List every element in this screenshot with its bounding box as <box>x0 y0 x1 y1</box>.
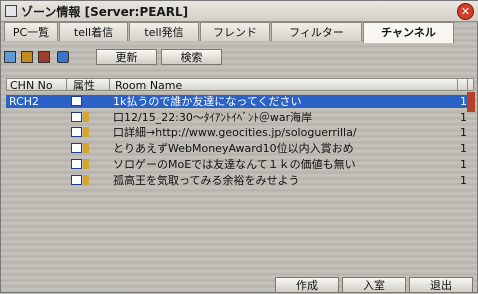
table-row[interactable]: 口詳細→http://www.geocities.jp/sologuerrill… <box>6 126 474 139</box>
row-room-name: 口詳細→http://www.geocities.jp/sologuerrill… <box>113 126 357 139</box>
row-attr <box>71 142 101 155</box>
table-row[interactable]: 孤高王を気取ってみる余裕をみせよう 1 <box>6 174 474 187</box>
row-count: 1 <box>460 142 467 155</box>
row-room-name: とりあえずWebMoneyAward10位以内入賞おめ <box>113 142 354 155</box>
group-icon <box>71 159 82 169</box>
row-chn-no: RCH2 <box>9 95 40 108</box>
exit-button[interactable]: 退出 <box>409 277 473 293</box>
row-count: 1 <box>460 158 467 171</box>
group-icon <box>71 143 82 153</box>
row-room-name: 孤高王を気取ってみる余裕をみせよう <box>113 174 300 187</box>
row-room-name: 口12/15_22:30〜ﾀｲｱﾝﾄｲﾍﾞﾝﾄ＠war海岸 <box>113 111 313 124</box>
book-icon[interactable] <box>38 51 50 63</box>
row-count: 1 <box>460 174 467 187</box>
bottom-buttons: 作成 入室 退出 <box>1 277 478 293</box>
row-room-name: ソロゲーのMoEでは友達なんて１ｋの価値も無い <box>113 158 356 171</box>
tab-channel[interactable]: チャンネル <box>363 22 454 43</box>
group-icon <box>71 127 82 137</box>
window-title: ゾーン情報 [Server:PEARL] <box>21 5 189 19</box>
close-button[interactable]: ✕ <box>457 3 474 20</box>
channel-table: CHN No 属性 Room Name RCH2 1k払うので誰か友達になってく… <box>6 78 474 273</box>
tab-bar: PC一覧 tell着信 tell発信 フレンド フィルター チャンネル <box>4 22 476 43</box>
search-button[interactable]: 検索 <box>161 49 222 65</box>
scrollbar[interactable] <box>467 92 475 112</box>
update-button[interactable]: 更新 <box>96 49 157 65</box>
header-divider[interactable] <box>109 79 110 90</box>
key-icon <box>83 159 89 169</box>
row-attr <box>71 95 101 108</box>
header-divider[interactable] <box>467 79 468 90</box>
enter-room-button[interactable]: 入室 <box>342 277 406 293</box>
zone-info-window: ゾーン情報 [Server:PEARL] ✕ PC一覧 tell着信 tell発… <box>0 0 478 293</box>
all-icon[interactable] <box>4 51 16 63</box>
row-attr <box>71 126 101 139</box>
key-icon <box>83 112 89 122</box>
ranking-icon[interactable] <box>21 51 33 63</box>
row-attr <box>71 158 101 171</box>
tab-pc-list[interactable]: PC一覧 <box>4 22 58 41</box>
header-attr[interactable]: 属性 <box>73 80 95 91</box>
table-header: CHN No 属性 Room Name <box>6 78 474 91</box>
tab-tell-sent[interactable]: tell発信 <box>129 22 199 41</box>
row-attr <box>71 174 101 187</box>
window-icon <box>5 5 17 17</box>
row-attr <box>71 111 101 124</box>
group-icon <box>71 175 82 185</box>
row-count: 1 <box>460 126 467 139</box>
group-icon <box>71 96 82 106</box>
header-divider[interactable] <box>457 79 458 90</box>
toolbar: 更新 検索 <box>4 48 474 66</box>
table-row[interactable]: 口12/15_22:30〜ﾀｲｱﾝﾄｲﾍﾞﾝﾄ＠war海岸 1 <box>6 111 474 124</box>
row-count: 1 <box>460 111 467 124</box>
table-row[interactable]: RCH2 1k払うので誰か友達になってください 1 <box>6 95 474 108</box>
group-icon <box>71 112 82 122</box>
tab-filter[interactable]: フィルター <box>271 22 362 41</box>
table-row[interactable]: とりあえずWebMoneyAward10位以内入賞おめ 1 <box>6 142 474 155</box>
header-room-name[interactable]: Room Name <box>115 80 182 91</box>
tab-friends[interactable]: フレンド <box>200 22 270 41</box>
group-icon[interactable] <box>57 51 69 63</box>
header-divider[interactable] <box>66 79 67 90</box>
table-row[interactable]: ソロゲーのMoEでは友達なんて１ｋの価値も無い 1 <box>6 158 474 171</box>
tab-tell-received[interactable]: tell着信 <box>59 22 128 41</box>
row-room-name: 1k払うので誰か友達になってください <box>113 95 302 108</box>
title-bar[interactable]: ゾーン情報 [Server:PEARL] ✕ <box>1 1 478 22</box>
header-chn-no[interactable]: CHN No <box>10 80 53 91</box>
key-icon <box>83 175 89 185</box>
create-button[interactable]: 作成 <box>275 277 339 293</box>
key-icon <box>83 127 89 137</box>
key-icon <box>83 143 89 153</box>
